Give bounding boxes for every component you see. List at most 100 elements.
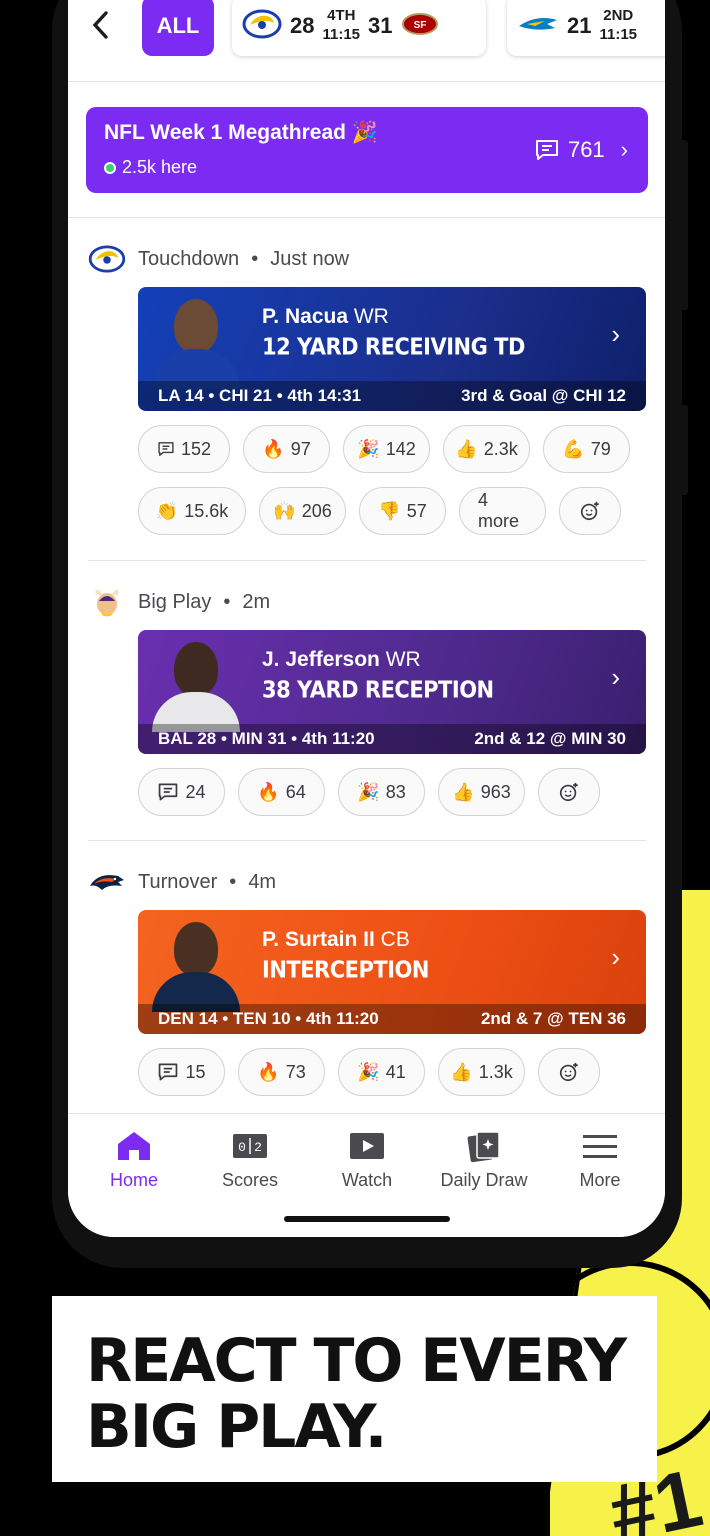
reaction-count: 15.6k bbox=[184, 500, 229, 521]
filter-all-button[interactable]: ALL bbox=[142, 0, 214, 56]
nav-home[interactable]: Home bbox=[79, 1128, 189, 1191]
svg-text:SF: SF bbox=[413, 20, 426, 31]
chevron-right-icon: › bbox=[611, 662, 620, 692]
comment-button[interactable]: 152 bbox=[138, 425, 230, 473]
chevron-right-icon: › bbox=[620, 137, 628, 162]
phone-volume-button bbox=[680, 140, 688, 310]
fire-icon: 🔥 bbox=[262, 438, 285, 459]
back-button[interactable] bbox=[90, 10, 118, 46]
megathread-banner[interactable]: NFL Week 1 Megathread 🎉 2.5k here 761 › bbox=[86, 107, 648, 193]
player-head bbox=[174, 299, 218, 353]
thumbs-down-icon: 👎 bbox=[378, 500, 401, 521]
player-position: CB bbox=[380, 928, 410, 951]
player-position: WR bbox=[353, 305, 389, 328]
reaction-party[interactable]: 🎉 41 bbox=[338, 1048, 425, 1096]
divider bbox=[68, 217, 665, 218]
reaction-raised-hands[interactable]: 🙌 206 bbox=[259, 487, 346, 535]
add-emoji-icon bbox=[559, 782, 578, 802]
player-name-line: P. Surtain II CB bbox=[262, 928, 410, 952]
player-name-line: J. Jefferson WR bbox=[262, 648, 421, 672]
score-line: BAL 28 • MIN 31 • 4th 11:20 bbox=[158, 729, 375, 748]
quarter: 4TH bbox=[327, 7, 356, 25]
reaction-row: 152 🔥 97 🎉 142 👍 2.3k 💪 79 bbox=[138, 425, 630, 473]
add-reaction-button[interactable] bbox=[559, 487, 621, 535]
svg-text:0: 0 bbox=[238, 1140, 246, 1155]
down-distance: 2nd & 7 @ TEN 36 bbox=[480, 1009, 626, 1028]
comment-button[interactable]: 24 bbox=[138, 768, 225, 816]
add-emoji-icon bbox=[580, 501, 599, 521]
player-position: WR bbox=[385, 648, 421, 671]
play-footer: DEN 14 • TEN 10 • 4th 11:20 2nd & 7 @ TE… bbox=[138, 1004, 646, 1034]
nav-more-label: More bbox=[579, 1170, 621, 1190]
nav-scores[interactable]: 02 Scores bbox=[195, 1128, 305, 1191]
nav-daily-draw[interactable]: Daily Draw bbox=[428, 1128, 540, 1191]
play-card[interactable]: J. Jefferson WR 38 YARD RECEPTION › BAL … bbox=[138, 630, 646, 754]
feed-item-header: Touchdown • Just now bbox=[88, 244, 349, 274]
cards-icon bbox=[467, 1131, 500, 1163]
reaction-party[interactable]: 🎉 142 bbox=[343, 425, 430, 473]
clock: 11:15 bbox=[599, 26, 638, 43]
reaction-row: 👏 15.6k 🙌 206 👎 57 4 more bbox=[138, 487, 621, 535]
game-card-chargers[interactable]: 21 2ND 11:15 bbox=[507, 0, 665, 56]
nav-daily-draw-label: Daily Draw bbox=[440, 1170, 528, 1190]
play-card[interactable]: P. Surtain II CB INTERCEPTION › DEN 14 •… bbox=[138, 910, 646, 1034]
vikings-logo-icon bbox=[88, 587, 126, 617]
play-type: Turnover bbox=[138, 870, 218, 893]
more-reactions-button[interactable]: 4 more bbox=[459, 487, 546, 535]
comment-count: 15 bbox=[185, 1061, 206, 1082]
reaction-fire[interactable]: 🔥 97 bbox=[243, 425, 330, 473]
play-time: Just now bbox=[270, 247, 350, 270]
add-reaction-button[interactable] bbox=[538, 768, 600, 816]
thumbs-up-icon: 👍 bbox=[452, 781, 475, 802]
hamburger-menu-icon bbox=[583, 1135, 617, 1158]
reaction-count: 142 bbox=[385, 438, 416, 459]
away-score: 28 bbox=[290, 13, 315, 38]
score-line: DEN 14 • TEN 10 • 4th 11:20 bbox=[158, 1009, 379, 1028]
reaction-count: 206 bbox=[301, 500, 332, 521]
reaction-thumbs-up[interactable]: 👍 1.3k bbox=[438, 1048, 525, 1096]
rams-logo-icon bbox=[242, 9, 282, 44]
reaction-muscle[interactable]: 💪 79 bbox=[543, 425, 630, 473]
comment-icon bbox=[159, 783, 178, 801]
score-strip: ALL 28 4TH 11:15 31 SF 21 2ND 11:15 bbox=[68, 0, 665, 82]
play-type: Touchdown bbox=[138, 247, 240, 270]
fire-icon: 🔥 bbox=[257, 1061, 280, 1082]
home-indicator[interactable] bbox=[284, 1216, 450, 1222]
reaction-thumbs-up[interactable]: 👍 963 bbox=[438, 768, 525, 816]
comment-button[interactable]: 15 bbox=[138, 1048, 225, 1096]
reaction-party[interactable]: 🎉 83 bbox=[338, 768, 425, 816]
feed-item-header: Turnover • 4m bbox=[88, 867, 276, 897]
game-card-rams-49ers[interactable]: 28 4TH 11:15 31 SF bbox=[232, 0, 486, 56]
caption-line-2: BIG PLAY. bbox=[86, 1392, 387, 1462]
play-card[interactable]: P. Nacua WR 12 YARD RECEIVING TD › LA 14… bbox=[138, 287, 646, 411]
online-count: 2.5k here bbox=[104, 157, 197, 178]
reaction-fire[interactable]: 🔥 73 bbox=[238, 1048, 325, 1096]
nav-watch[interactable]: Watch bbox=[312, 1128, 422, 1191]
player-name: P. Nacua bbox=[262, 305, 348, 328]
add-reaction-button[interactable] bbox=[538, 1048, 600, 1096]
comment-icon bbox=[535, 140, 558, 160]
promo-caption: REACT TO EVERY BIG PLAY. bbox=[52, 1296, 657, 1482]
nav-more[interactable]: More bbox=[545, 1128, 655, 1191]
reaction-count: 64 bbox=[285, 781, 306, 802]
play-time: 2m bbox=[242, 590, 271, 613]
reaction-thumbs-down[interactable]: 👎 57 bbox=[359, 487, 446, 535]
reaction-count: 2.3k bbox=[483, 438, 518, 459]
comment-count: 24 bbox=[185, 781, 206, 802]
nav-watch-label: Watch bbox=[341, 1170, 393, 1190]
reaction-fire[interactable]: 🔥 64 bbox=[238, 768, 325, 816]
phone-power-button bbox=[680, 405, 688, 495]
player-head bbox=[174, 922, 218, 976]
reaction-thumbs-up[interactable]: 👍 2.3k bbox=[443, 425, 530, 473]
player-photo bbox=[148, 920, 244, 1012]
more-reactions-label: 4 more bbox=[478, 490, 520, 531]
reaction-count: 1.3k bbox=[478, 1061, 513, 1082]
reaction-count: 73 bbox=[285, 1061, 306, 1082]
chevron-right-icon: › bbox=[611, 319, 620, 349]
reaction-clap[interactable]: 👏 15.6k bbox=[138, 487, 246, 535]
home-icon bbox=[118, 1132, 150, 1160]
player-name: J. Jefferson bbox=[262, 648, 380, 671]
separator-dot: • bbox=[251, 247, 259, 270]
play-description: 12 YARD RECEIVING TD bbox=[262, 334, 525, 360]
away-score: 21 bbox=[567, 13, 592, 38]
